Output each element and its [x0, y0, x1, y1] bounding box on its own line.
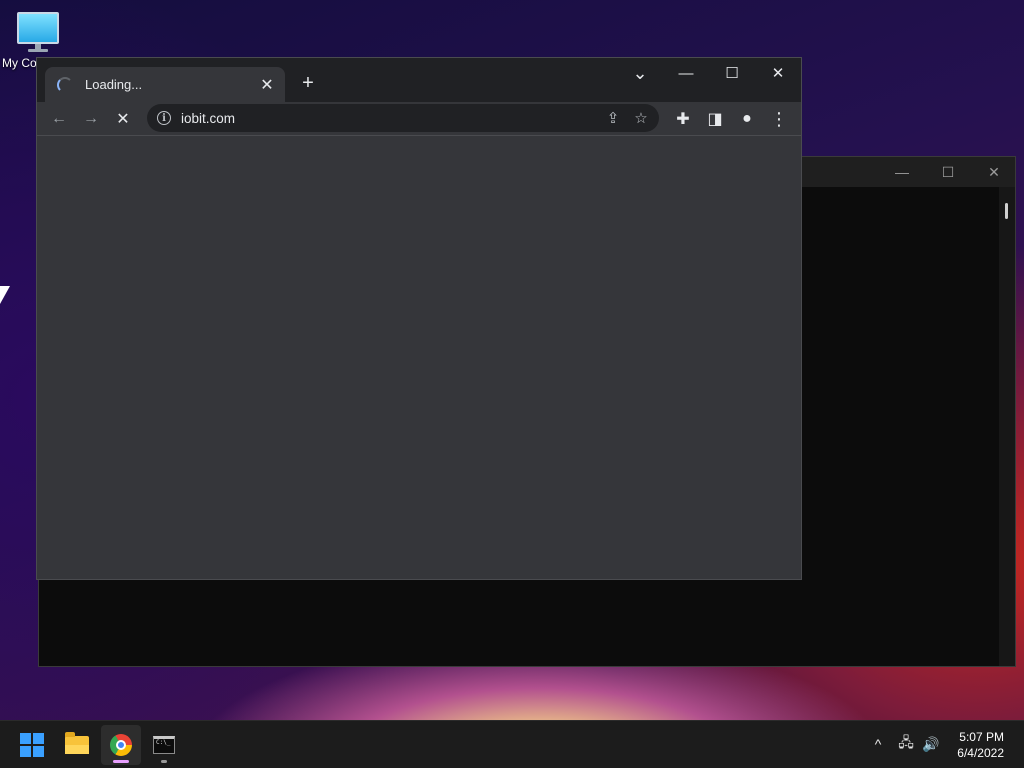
terminal-minimize-button[interactable]: — — [879, 157, 925, 187]
side-panel-icon[interactable]: ◨ — [701, 105, 729, 133]
forward-button[interactable]: → — [77, 105, 105, 133]
extensions-puzzle-icon[interactable]: ✚ — [669, 105, 697, 133]
address-bar[interactable]: i iobit.com ⇪ ☆ — [147, 104, 659, 132]
start-button[interactable] — [12, 725, 52, 765]
folder-icon — [65, 732, 89, 754]
tab-strip[interactable]: Loading... ✕ + ⌄ — ☐ ✕ — [37, 58, 801, 102]
tab-loading[interactable]: Loading... ✕ — [45, 67, 285, 102]
clock-time: 5:07 PM — [959, 730, 1004, 744]
menu-kebab-icon[interactable]: ⋮ — [765, 105, 793, 133]
taskbar-chrome[interactable] — [101, 725, 141, 765]
windows-logo-icon — [20, 733, 44, 757]
taskbar: C:\_ ^ 🖧 🔊 5:07 PM 6/4/2022 — [0, 720, 1024, 768]
volume-icon[interactable]: 🔊 — [919, 733, 943, 755]
tab-title: Loading... — [85, 77, 143, 92]
stop-loading-button[interactable]: ✕ — [109, 105, 137, 133]
back-button[interactable]: ← — [45, 105, 73, 133]
taskbar-file-explorer[interactable] — [57, 725, 97, 765]
tray-overflow-chevron-icon[interactable]: ^ — [866, 733, 890, 755]
mouse-cursor-icon — [0, 286, 10, 304]
tab-close-icon[interactable]: ✕ — [257, 75, 277, 95]
computer-icon — [17, 12, 59, 44]
browser-window[interactable]: Loading... ✕ + ⌄ — ☐ ✕ ← → ✕ i iobit.com… — [36, 57, 802, 580]
url-text[interactable]: iobit.com — [181, 111, 599, 126]
running-app-indicator — [161, 760, 167, 763]
browser-toolbar: ← → ✕ i iobit.com ⇪ ☆ ✚ ◨ ● ⋮ — [37, 102, 801, 136]
tab-search-button[interactable]: ⌄ — [617, 58, 663, 88]
page-content[interactable] — [37, 137, 801, 579]
chrome-icon — [110, 734, 132, 756]
bookmark-star-icon[interactable]: ☆ — [627, 104, 655, 132]
site-info-icon[interactable]: i — [157, 111, 171, 125]
clock-date: 6/4/2022 — [957, 746, 1004, 760]
close-button[interactable]: ✕ — [755, 58, 801, 88]
terminal-maximize-button[interactable]: ☐ — [925, 157, 971, 187]
active-app-indicator — [113, 760, 129, 763]
maximize-button[interactable]: ☐ — [709, 58, 755, 88]
terminal-scrollbar[interactable] — [999, 187, 1015, 666]
loading-spinner-icon — [57, 76, 73, 93]
share-icon[interactable]: ⇪ — [599, 104, 627, 132]
new-tab-button[interactable]: + — [295, 70, 321, 96]
system-clock[interactable]: 5:07 PM 6/4/2022 — [957, 729, 1004, 761]
minimize-button[interactable]: — — [663, 58, 709, 88]
taskbar-command-prompt[interactable]: C:\_ — [144, 725, 184, 765]
network-icon[interactable]: 🖧 — [894, 733, 918, 755]
profile-avatar-icon[interactable]: ● — [733, 105, 761, 133]
terminal-close-button[interactable]: ✕ — [971, 157, 1017, 187]
terminal-scrollbar-thumb[interactable] — [1005, 203, 1008, 219]
terminal-icon: C:\_ — [153, 736, 175, 754]
